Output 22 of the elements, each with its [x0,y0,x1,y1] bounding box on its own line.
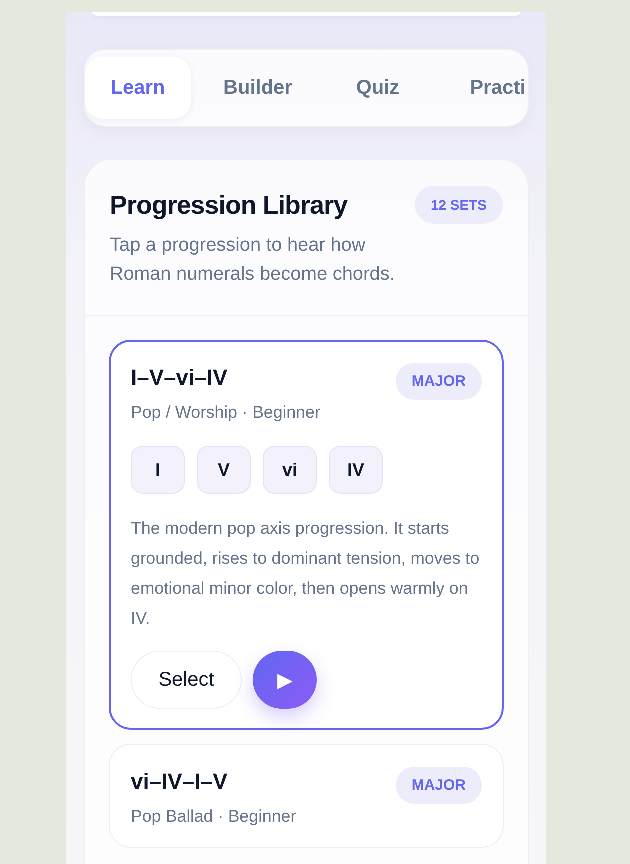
library-subtitle: Tap a progression to hear how Roman numerals become chords. [110,234,396,287]
tab[interactable]: Quiz [325,57,431,119]
progression-description: The modern pop axis progression. It starts grounded, rises to dominant tension, moves to emotional minor color, then opens warmly on IV. [131,518,481,630]
tab[interactable]: Learn [85,57,191,119]
progression-card[interactable]: I–V–vi–IV Pop / Worship · Beginner MAJOR I V vi IV The modern pop axis progression. It starts grounded, rises to dominant tension, moves to emotional minor color, then opens warmly on IV. Select ▶ [109,340,504,730]
progression-meta: Pop / Worship · Beginner [131,403,321,423]
library-title: Progression Library [110,190,349,221]
play-button[interactable]: ▶ [253,651,317,709]
chord-chip: IV [329,446,383,494]
sets-count-badge: 12 SETS [414,186,503,224]
progression-title: I–V–vi–IV [131,365,229,391]
chord-chip: I [131,446,185,494]
mode-badge: MAJOR [396,767,482,804]
chord-chip: V [197,446,251,494]
mode-badge: MAJOR [396,363,482,400]
progression-meta: Pop Ballad · Beginner [131,807,296,827]
tab[interactable]: Practi [445,57,528,119]
chord-chip: vi [263,446,317,494]
progression-title: vi–IV–I–V [131,769,229,795]
tab[interactable]: Builder [205,57,311,119]
progression-card[interactable]: vi–IV–I–V Pop Ballad · Beginner MAJOR [109,744,504,848]
select-button[interactable]: Select [131,651,242,709]
